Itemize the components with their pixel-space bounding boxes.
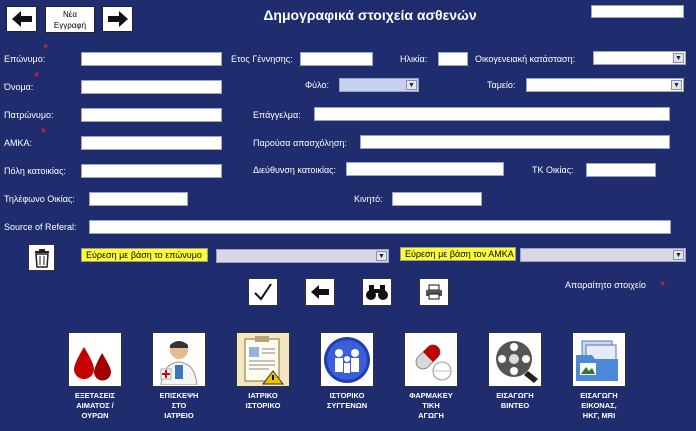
family-icon: [324, 336, 370, 383]
marital-status-label: Οικογενειακή κατάσταση:: [475, 54, 576, 64]
name-field[interactable]: [81, 80, 222, 94]
tile-label-clinic-visit: ΕΠΙΣΚΕΨΗ ΣΤΟ ΙΑΤΡΕΙΟ: [159, 391, 199, 420]
tile-label-medication: ΦΑΡΜΑΚΕΥ ΤΙΚΗ ΑΓΩΓΗ: [409, 391, 453, 420]
chevron-down-icon: ▼: [673, 250, 684, 260]
page-title: Δημογραφικά στοιχεία ασθενών: [263, 7, 477, 23]
birth-year-label: Ετος Γέννησης:: [231, 54, 293, 64]
gender-select[interactable]: ▼: [339, 78, 419, 92]
city-label: Πόλη κατοικίας:: [4, 166, 66, 176]
tile-label-blood-tests: ΕΞΕΤΑΣΕΙΣ ΑΙΜΑΤΟΣ / ΟΥΡΩΝ: [74, 391, 116, 420]
new-entry-button[interactable]: Νέα Εγγραφή: [45, 6, 95, 33]
new-entry-label-line1: Νέα: [63, 10, 77, 19]
address-label: Διεύθυνση κατοικίας:: [253, 165, 336, 175]
fund-select[interactable]: ▼: [526, 78, 684, 92]
binoculars-icon: [366, 285, 388, 300]
new-entry-label-line2: Εγγραφή: [53, 21, 87, 30]
mobile-field[interactable]: [392, 192, 482, 206]
tile-label-medical-history: ΙΑΤΡΙΚΟ ΙΣΤΟΡΙΚΟ: [245, 391, 281, 410]
required-star: *: [43, 41, 49, 56]
surname-search-select[interactable]: ▼: [216, 249, 389, 263]
referral-label: Source of Referal:: [4, 222, 77, 232]
top-right-field[interactable]: [591, 5, 684, 18]
tile-label-insert-video: ΕΙΣΑΓΩΓΗ ΒΙΝΤΕΟ: [496, 391, 534, 410]
surname-label: Επώνυμο:: [4, 54, 46, 64]
fund-label: Ταμείο:: [487, 80, 516, 90]
delete-button[interactable]: [28, 244, 55, 271]
surname-field[interactable]: [81, 52, 222, 66]
required-star: *: [34, 69, 40, 84]
clinic-visit-button[interactable]: [152, 332, 206, 387]
tile-label-family-history: ΙΣΤΟΡΙΚΟ ΣΥΓΓΕΝΩΝ: [326, 391, 368, 410]
profession-field[interactable]: [314, 107, 670, 121]
home-phone-label: Τηλέφωνο Οικίας:: [4, 194, 75, 204]
search-by-amka-label: Εύρεση με βάση τον ΑΜΚΑ: [400, 247, 516, 261]
postal-code-field[interactable]: [586, 163, 656, 177]
trash-icon: [34, 248, 49, 268]
confirm-button[interactable]: [248, 278, 278, 306]
medication-button[interactable]: [404, 332, 458, 387]
name-label: Όνομα:: [4, 82, 34, 92]
profession-label: Επάγγελμα:: [253, 110, 301, 120]
referral-field[interactable]: [89, 220, 671, 234]
amka-field[interactable]: [81, 136, 222, 150]
medical-history-button[interactable]: [236, 332, 290, 387]
back-button[interactable]: [6, 6, 37, 32]
forward-button[interactable]: [102, 6, 133, 32]
arrow-right-icon: [107, 11, 128, 27]
search-by-surname-label: Εύρεση με βάση το επώνυμο: [81, 248, 208, 262]
medical-record-icon: [244, 335, 285, 384]
insert-image-button[interactable]: [572, 332, 626, 387]
chevron-down-icon: ▼: [673, 53, 684, 63]
required-star: *: [660, 278, 666, 293]
tile-label-insert-image: ΕΙΣΑΓΩΓΗ ΕΙΚΟΝΑΣ, ΗΚΓ, MRI: [580, 391, 618, 420]
age-field[interactable]: [438, 52, 468, 66]
chevron-down-icon: ▼: [406, 80, 417, 90]
amka-search-select[interactable]: ▼: [520, 248, 686, 262]
amka-label: ΑΜΚΑ:: [4, 138, 33, 148]
pills-icon: [415, 344, 452, 380]
current-occupation-field[interactable]: [360, 135, 670, 149]
arrow-left-icon: [311, 285, 329, 299]
doctor-icon: [160, 340, 198, 385]
film-reel-icon: [496, 340, 538, 383]
chevron-down-icon: ▼: [671, 80, 682, 90]
mobile-label: Κινητό:: [354, 194, 383, 204]
age-label: Ηλικία:: [400, 54, 428, 64]
printer-icon: [426, 284, 442, 300]
print-button[interactable]: [419, 278, 449, 306]
blood-tests-button[interactable]: [68, 332, 122, 387]
city-field[interactable]: [81, 164, 222, 178]
address-field[interactable]: [346, 162, 504, 176]
father-name-label: Πατρώνυμο:: [4, 110, 54, 120]
postal-code-label: ΤΚ Οικίας:: [532, 165, 574, 175]
chevron-down-icon: ▼: [376, 251, 387, 261]
arrow-left-icon: [11, 11, 32, 27]
checkmark-icon: [254, 283, 272, 301]
gender-label: Φύλο:: [305, 80, 329, 90]
image-folder-icon: [576, 340, 618, 381]
home-phone-field[interactable]: [89, 192, 188, 206]
blood-drop-icon: [70, 334, 120, 385]
search-button[interactable]: [362, 278, 392, 306]
required-note: Απαραίτητο στοιχείο: [565, 280, 646, 290]
undo-button[interactable]: [305, 278, 335, 306]
family-history-button[interactable]: [320, 332, 374, 387]
insert-video-button[interactable]: [488, 332, 542, 387]
required-star: *: [41, 125, 47, 140]
father-name-field[interactable]: [81, 108, 222, 122]
birth-year-field[interactable]: [300, 52, 373, 66]
current-occupation-label: Παρούσα απασχόληση:: [253, 138, 347, 148]
marital-status-select[interactable]: ▼: [593, 51, 686, 65]
